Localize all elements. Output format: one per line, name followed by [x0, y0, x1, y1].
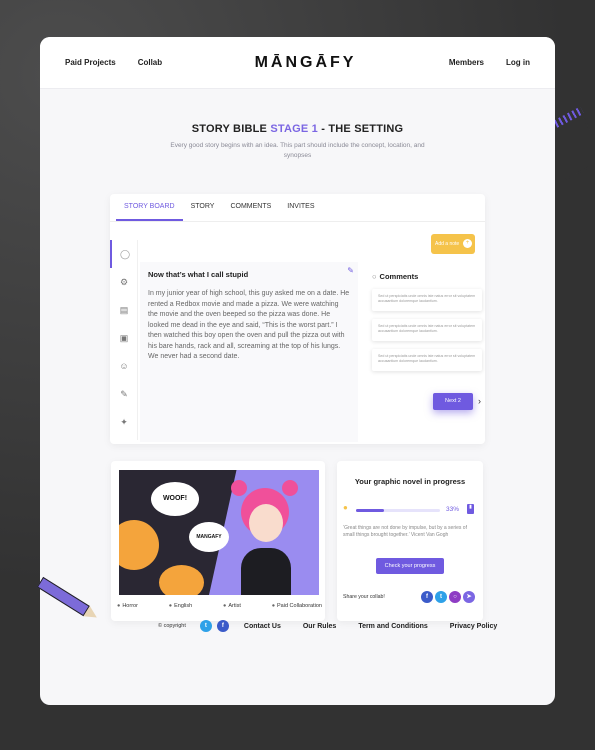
tag-genre: ● Horror	[117, 603, 138, 609]
pencil-icon[interactable]: ✎	[110, 380, 138, 408]
next-button[interactable]: Next 2	[433, 393, 473, 410]
page-title: STORY BIBLE STAGE 1 - THE SETTING	[40, 123, 555, 135]
footer-terms[interactable]: Term and Conditions	[358, 623, 427, 630]
footer-privacy[interactable]: Privacy Policy	[450, 623, 497, 630]
page-frame: Paid Projects Collab MĀNGĀFY Members Log…	[40, 37, 555, 705]
progress-quote: ‘Great things are not done by impulse, b…	[343, 525, 467, 538]
nav-paid-projects[interactable]: Paid Projects	[65, 58, 116, 67]
document-icon[interactable]: ▤	[110, 296, 138, 324]
share-label: Share your collab!	[343, 594, 385, 600]
project-image-card: WOOF! MANGAFY ● Horror ● English ● Artist ●…	[111, 461, 325, 621]
instagram-icon[interactable]: ○	[449, 591, 461, 603]
mangafy-bubble: MANGAFY	[189, 522, 229, 552]
tab-comments[interactable]: COMMENTS	[222, 194, 279, 221]
book-icon[interactable]: ▣	[110, 324, 138, 352]
tag-role-label: Artist	[228, 603, 241, 609]
translate-icon: ●	[168, 603, 173, 609]
ghost-icon: ●	[117, 603, 121, 609]
footer: © copyright t f Contact Us Our Rules Ter…	[158, 620, 498, 632]
tool-sidebar: ◯ ⚙ ▤ ▣ ☺ ✎ ✦	[110, 240, 138, 440]
book-icon: ▮	[467, 504, 474, 514]
comments-panel: ○ Comments Sed ut perspiciatis unde omnis…	[372, 272, 482, 371]
facebook-icon[interactable]: f	[421, 591, 433, 603]
footer-contact-us[interactable]: Contact Us	[244, 623, 281, 630]
nav-collab[interactable]: Collab	[138, 58, 162, 67]
tag-collab-label: Paid Collaboration	[277, 603, 322, 609]
chevron-right-icon[interactable]: ›	[478, 393, 481, 410]
woof-bubble: WOOF!	[151, 482, 199, 516]
nav-left: Paid Projects Collab	[65, 58, 162, 67]
logo[interactable]: MĀNGĀFY	[255, 54, 357, 72]
title-accent: STAGE 1	[270, 123, 318, 135]
twitter-icon[interactable]: t	[199, 620, 212, 632]
edit-pen-icon[interactable]: ✎	[347, 266, 354, 275]
title-prefix: STORY BIBLE	[191, 123, 271, 135]
comments-title: Comments	[379, 272, 419, 281]
tag-language-label: English	[174, 603, 193, 609]
story-editor[interactable]: Now that’s what I call stupid ✎ In my ju…	[140, 262, 358, 442]
nav-right: Members Log in	[449, 58, 530, 67]
project-tags: ● Horror ● English ● Artist ● Paid Collabora…	[117, 603, 322, 609]
progress-card: Your graphic novel in progress ● 33% ▮ ‘…	[337, 461, 483, 621]
comments-header: ○ Comments	[372, 272, 482, 281]
tab-story-board[interactable]: STORY BOARD	[116, 194, 183, 221]
dollar-icon: ●	[271, 603, 276, 609]
check-progress-button[interactable]: Check your progress	[376, 558, 444, 574]
comment-card[interactable]: Sed ut perspiciatis unde omnis iste natu…	[372, 349, 482, 371]
tag-collab-type: ● Paid Collaboration	[272, 603, 322, 609]
progress-percent: 33%	[446, 506, 460, 513]
copyright: © copyright	[158, 623, 186, 629]
tag-language: ● English	[169, 603, 192, 609]
comment-card[interactable]: Sed ut perspiciatis unde omnis iste natu…	[372, 289, 482, 311]
facebook-icon[interactable]: f	[216, 620, 229, 632]
tab-invites[interactable]: INVITES	[279, 194, 322, 221]
editor-text[interactable]: In my junior year of high school, this g…	[148, 289, 350, 363]
tag-genre-label: Horror	[122, 603, 138, 609]
title-suffix: - THE SETTING	[317, 123, 404, 135]
add-note-label: Add a note	[435, 241, 460, 247]
tag-role: ● Artist	[223, 603, 241, 609]
lightbulb-icon: ●	[343, 503, 348, 512]
social-share: f t ○ ➤	[421, 591, 475, 603]
nav-members[interactable]: Members	[449, 58, 484, 67]
add-note-button[interactable]: Add a note +	[431, 234, 475, 254]
tools-icon[interactable]: ⚙	[110, 268, 138, 296]
page-subtitle: Every good story begins with an idea. Th…	[170, 142, 425, 159]
character-icon[interactable]: ☺	[110, 352, 138, 380]
progress-bar	[356, 509, 440, 512]
comment-bubble-icon: ○	[372, 272, 377, 281]
progress-fill	[356, 509, 384, 512]
tab-story[interactable]: STORY	[183, 194, 223, 221]
telegram-icon[interactable]: ➤	[463, 591, 475, 603]
share-icon[interactable]: ✦	[110, 408, 138, 436]
nav-login[interactable]: Log in	[506, 58, 530, 67]
comment-card[interactable]: Sed ut perspiciatis unde omnis iste natu…	[372, 319, 482, 341]
brush-icon: ●	[222, 603, 227, 609]
footer-our-rules[interactable]: Our Rules	[303, 623, 336, 630]
story-board-card: STORY BOARD STORY COMMENTS INVITES ◯ ⚙ ▤…	[110, 194, 485, 444]
footer-links: Contact Us Our Rules Term and Conditions…	[244, 623, 497, 630]
plus-icon: +	[463, 239, 472, 248]
tab-bar: STORY BOARD STORY COMMENTS INVITES	[110, 194, 485, 222]
manga-artwork: WOOF! MANGAFY	[119, 470, 319, 595]
progress-title: Your graphic novel in progress	[354, 477, 466, 486]
twitter-icon[interactable]: t	[435, 591, 447, 603]
editor-title: Now that’s what I call stupid	[148, 270, 249, 279]
lightbulb-icon[interactable]: ◯	[110, 240, 138, 268]
header: Paid Projects Collab MĀNGĀFY Members Log…	[40, 37, 555, 89]
